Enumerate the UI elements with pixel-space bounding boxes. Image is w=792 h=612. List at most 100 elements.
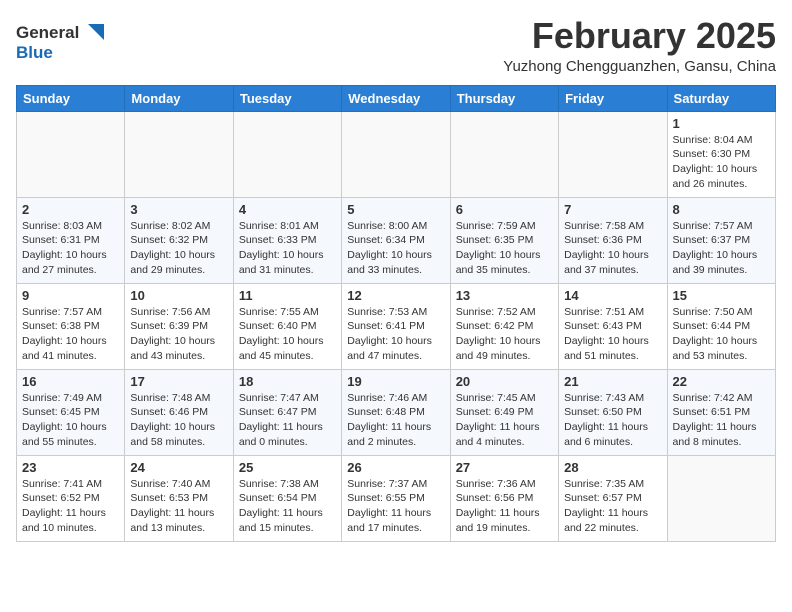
day-number: 10 [130,288,227,303]
calendar-week-5: 23Sunrise: 7:41 AM Sunset: 6:52 PM Dayli… [17,455,776,541]
weekday-header-thursday: Thursday [450,85,558,111]
day-number: 9 [22,288,119,303]
day-number: 22 [673,374,770,389]
day-number: 2 [22,202,119,217]
day-number: 19 [347,374,444,389]
calendar-cell: 18 Sunrise: 7:47 AM Sunset: 6:47 PM Dayli… [233,369,341,455]
day-number: 1 [673,116,770,131]
day-number: 27 [456,460,553,475]
logo-svg: General Blue [16,16,106,66]
day-info: Sunrise: 7:52 AM Sunset: 6:42 PM Dayligh… [456,305,553,364]
location: Yuzhong Chengguanzhen, Gansu, China [503,58,776,75]
weekday-header-monday: Monday [125,85,233,111]
calendar-cell: 15 Sunrise: 7:50 AM Sunset: 6:44 PM Dayli… [667,283,775,369]
day-info: Sunrise: 7:46 AM Sunset: 6:48 PM Dayligh… [347,391,444,450]
calendar-cell [17,111,125,197]
calendar-cell: 11 Sunrise: 7:55 AM Sunset: 6:40 PM Dayli… [233,283,341,369]
weekday-header-sunday: Sunday [17,85,125,111]
day-number: 16 [22,374,119,389]
month-title: February 2025 [503,16,776,56]
day-info: Sunrise: 7:50 AM Sunset: 6:44 PM Dayligh… [673,305,770,364]
calendar-week-1: 1 Sunrise: 8:04 AM Sunset: 6:30 PM Daylig… [17,111,776,197]
day-number: 4 [239,202,336,217]
calendar-cell [125,111,233,197]
day-info: Sunrise: 7:51 AM Sunset: 6:43 PM Dayligh… [564,305,661,364]
calendar-cell: 4 Sunrise: 8:01 AM Sunset: 6:33 PM Daylig… [233,197,341,283]
day-info: Sunrise: 7:55 AM Sunset: 6:40 PM Dayligh… [239,305,336,364]
calendar-cell: 25 Sunrise: 7:38 AM Sunset: 6:54 PM Dayli… [233,455,341,541]
calendar-cell: 7 Sunrise: 7:58 AM Sunset: 6:36 PM Daylig… [559,197,667,283]
weekday-header-tuesday: Tuesday [233,85,341,111]
weekday-header-wednesday: Wednesday [342,85,450,111]
calendar-cell: 19 Sunrise: 7:46 AM Sunset: 6:48 PM Dayli… [342,369,450,455]
day-number: 17 [130,374,227,389]
day-number: 25 [239,460,336,475]
calendar-cell: 27 Sunrise: 7:36 AM Sunset: 6:56 PM Dayli… [450,455,558,541]
day-number: 26 [347,460,444,475]
weekday-header-row: SundayMondayTuesdayWednesdayThursdayFrid… [17,85,776,111]
day-info: Sunrise: 8:04 AM Sunset: 6:30 PM Dayligh… [673,133,770,192]
day-number: 6 [456,202,553,217]
calendar-cell: 3 Sunrise: 8:02 AM Sunset: 6:32 PM Daylig… [125,197,233,283]
title-block: February 2025 Yuzhong Chengguanzhen, Gan… [503,16,776,75]
day-info: Sunrise: 7:57 AM Sunset: 6:37 PM Dayligh… [673,219,770,278]
calendar-cell [667,455,775,541]
calendar-cell: 10 Sunrise: 7:56 AM Sunset: 6:39 PM Dayli… [125,283,233,369]
day-number: 11 [239,288,336,303]
day-info: Sunrise: 7:35 AM Sunset: 6:57 PM Dayligh… [564,477,661,536]
day-info: Sunrise: 7:36 AM Sunset: 6:56 PM Dayligh… [456,477,553,536]
calendar-week-2: 2 Sunrise: 8:03 AM Sunset: 6:31 PM Daylig… [17,197,776,283]
calendar-table: SundayMondayTuesdayWednesdayThursdayFrid… [16,85,776,542]
page-header: General Blue February 2025 Yuzhong Cheng… [16,16,776,75]
day-info: Sunrise: 7:42 AM Sunset: 6:51 PM Dayligh… [673,391,770,450]
day-info: Sunrise: 7:37 AM Sunset: 6:55 PM Dayligh… [347,477,444,536]
day-info: Sunrise: 7:53 AM Sunset: 6:41 PM Dayligh… [347,305,444,364]
calendar-cell [450,111,558,197]
day-number: 23 [22,460,119,475]
logo: General Blue [16,16,106,66]
day-number: 28 [564,460,661,475]
day-number: 20 [456,374,553,389]
day-info: Sunrise: 7:58 AM Sunset: 6:36 PM Dayligh… [564,219,661,278]
weekday-header-friday: Friday [559,85,667,111]
calendar-cell [559,111,667,197]
day-number: 21 [564,374,661,389]
calendar-cell: 2 Sunrise: 8:03 AM Sunset: 6:31 PM Daylig… [17,197,125,283]
calendar-cell: 13 Sunrise: 7:52 AM Sunset: 6:42 PM Dayli… [450,283,558,369]
day-info: Sunrise: 7:48 AM Sunset: 6:46 PM Dayligh… [130,391,227,450]
calendar-cell: 5 Sunrise: 8:00 AM Sunset: 6:34 PM Daylig… [342,197,450,283]
calendar-week-3: 9Sunrise: 7:57 AM Sunset: 6:38 PM Daylig… [17,283,776,369]
day-number: 7 [564,202,661,217]
svg-text:Blue: Blue [16,43,53,62]
day-info: Sunrise: 8:02 AM Sunset: 6:32 PM Dayligh… [130,219,227,278]
day-number: 24 [130,460,227,475]
day-info: Sunrise: 8:01 AM Sunset: 6:33 PM Dayligh… [239,219,336,278]
day-number: 12 [347,288,444,303]
day-number: 14 [564,288,661,303]
day-number: 5 [347,202,444,217]
day-number: 3 [130,202,227,217]
calendar-cell [233,111,341,197]
day-info: Sunrise: 8:00 AM Sunset: 6:34 PM Dayligh… [347,219,444,278]
weekday-header-saturday: Saturday [667,85,775,111]
day-number: 18 [239,374,336,389]
calendar-cell: 6 Sunrise: 7:59 AM Sunset: 6:35 PM Daylig… [450,197,558,283]
calendar-cell: 28 Sunrise: 7:35 AM Sunset: 6:57 PM Dayli… [559,455,667,541]
day-info: Sunrise: 7:45 AM Sunset: 6:49 PM Dayligh… [456,391,553,450]
calendar-cell: 21 Sunrise: 7:43 AM Sunset: 6:50 PM Dayli… [559,369,667,455]
day-number: 15 [673,288,770,303]
calendar-cell: 12 Sunrise: 7:53 AM Sunset: 6:41 PM Dayli… [342,283,450,369]
day-number: 13 [456,288,553,303]
calendar-week-4: 16Sunrise: 7:49 AM Sunset: 6:45 PM Dayli… [17,369,776,455]
day-info: Sunrise: 7:59 AM Sunset: 6:35 PM Dayligh… [456,219,553,278]
calendar-cell: 26 Sunrise: 7:37 AM Sunset: 6:55 PM Dayli… [342,455,450,541]
day-info: Sunrise: 7:56 AM Sunset: 6:39 PM Dayligh… [130,305,227,364]
day-info: Sunrise: 8:03 AM Sunset: 6:31 PM Dayligh… [22,219,119,278]
calendar-cell: 9Sunrise: 7:57 AM Sunset: 6:38 PM Daylig… [17,283,125,369]
day-info: Sunrise: 7:38 AM Sunset: 6:54 PM Dayligh… [239,477,336,536]
svg-text:General: General [16,23,79,42]
day-info: Sunrise: 7:47 AM Sunset: 6:47 PM Dayligh… [239,391,336,450]
day-info: Sunrise: 7:43 AM Sunset: 6:50 PM Dayligh… [564,391,661,450]
calendar-cell: 23Sunrise: 7:41 AM Sunset: 6:52 PM Dayli… [17,455,125,541]
calendar-cell: 8Sunrise: 7:57 AM Sunset: 6:37 PM Daylig… [667,197,775,283]
